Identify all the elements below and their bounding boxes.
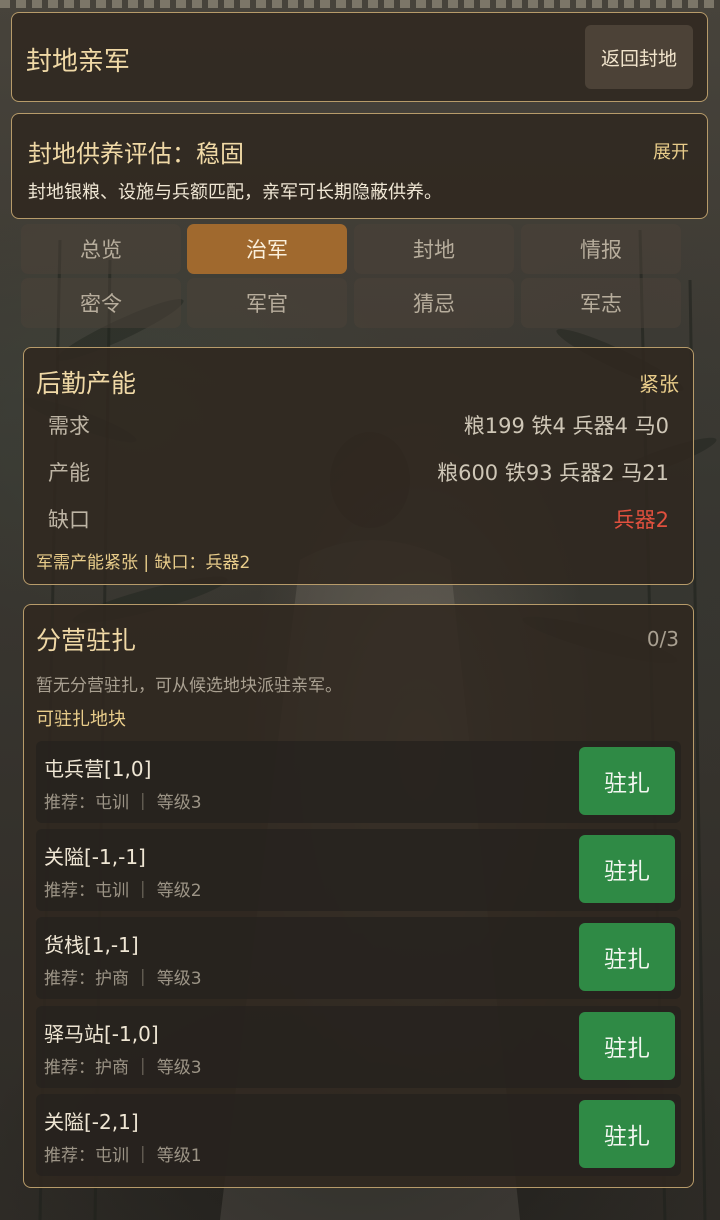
station-button[interactable]: 驻扎 bbox=[579, 1012, 675, 1080]
shortage-label: 缺口 bbox=[48, 508, 90, 532]
plot-name: 货栈[1,-1] bbox=[44, 933, 139, 957]
page-title: 封地亲军 bbox=[26, 47, 131, 77]
top-status-strip bbox=[0, 0, 720, 8]
garrison-title: 分营驻扎 bbox=[36, 626, 137, 655]
header-panel: 封地亲军 返回封地 bbox=[11, 12, 708, 102]
tab-overview[interactable]: 总览 bbox=[21, 224, 181, 274]
shortage-row: 缺口 兵器2 bbox=[48, 504, 669, 534]
demand-label: 需求 bbox=[48, 414, 90, 438]
list-item: 屯兵营[1,0] 推荐：屯训 ｜ 等级3 驻扎 bbox=[36, 741, 681, 823]
logistics-title: 后勤产能 bbox=[36, 369, 137, 398]
tab-suspicion[interactable]: 猜忌 bbox=[354, 278, 514, 328]
return-fief-button[interactable]: 返回封地 bbox=[585, 25, 693, 89]
tab-army-management[interactable]: 治军 bbox=[187, 224, 347, 274]
tab-secret-orders[interactable]: 密令 bbox=[21, 278, 181, 328]
list-item: 关隘[-2,1] 推荐：屯训 ｜ 等级1 驻扎 bbox=[36, 1094, 681, 1176]
capacity-value: 粮600 铁93 兵器2 马21 bbox=[437, 461, 669, 485]
plot-meta: 推荐：屯训 ｜ 等级1 bbox=[44, 1146, 202, 1166]
garrison-panel: 分营驻扎 0/3 暂无分营驻扎，可从候选地块派驻亲军。 可驻扎地块 屯兵营[1,… bbox=[23, 604, 694, 1188]
tab-fief[interactable]: 封地 bbox=[354, 224, 514, 274]
list-item: 驿马站[-1,0] 推荐：护商 ｜ 等级3 驻扎 bbox=[36, 1006, 681, 1088]
plot-meta: 推荐：护商 ｜ 等级3 bbox=[44, 1058, 202, 1078]
plot-name: 关隘[-1,-1] bbox=[44, 845, 146, 869]
tab-officers[interactable]: 军官 bbox=[187, 278, 347, 328]
logistics-status: 紧张 bbox=[639, 372, 679, 396]
station-button[interactable]: 驻扎 bbox=[579, 747, 675, 815]
logistics-note: 军需产能紧张 | 缺口：兵器2 bbox=[36, 553, 251, 573]
station-button[interactable]: 驻扎 bbox=[579, 1100, 675, 1168]
plot-name: 屯兵营[1,0] bbox=[44, 757, 152, 781]
capacity-row: 产能 粮600 铁93 兵器2 马21 bbox=[48, 457, 669, 487]
plot-meta: 推荐：屯训 ｜ 等级2 bbox=[44, 881, 202, 901]
demand-value: 粮199 铁4 兵器4 马0 bbox=[463, 414, 669, 438]
tab-intelligence[interactable]: 情报 bbox=[521, 224, 681, 274]
available-plots-heading: 可驻扎地块 bbox=[36, 709, 126, 730]
garrison-count: 0/3 bbox=[646, 627, 679, 651]
assessment-description: 封地银粮、设施与兵额匹配，亲军可长期隐蔽供养。 bbox=[28, 182, 442, 203]
list-item: 关隘[-1,-1] 推荐：屯训 ｜ 等级2 驻扎 bbox=[36, 829, 681, 911]
assessment-title: 封地供养评估：稳固 bbox=[28, 140, 244, 168]
garrison-empty-text: 暂无分营驻扎，可从候选地块派驻亲军。 bbox=[36, 676, 342, 696]
station-button[interactable]: 驻扎 bbox=[579, 835, 675, 903]
logistics-panel: 后勤产能 紧张 需求 粮199 铁4 兵器4 马0 产能 粮600 铁93 兵器… bbox=[23, 347, 694, 585]
shortage-value: 兵器2 bbox=[613, 508, 669, 532]
station-button[interactable]: 驻扎 bbox=[579, 923, 675, 991]
list-item: 货栈[1,-1] 推荐：护商 ｜ 等级3 驻扎 bbox=[36, 917, 681, 999]
plot-name: 关隘[-2,1] bbox=[44, 1110, 139, 1134]
plot-meta: 推荐：屯训 ｜ 等级3 bbox=[44, 793, 202, 813]
plot-meta: 推荐：护商 ｜ 等级3 bbox=[44, 969, 202, 989]
assessment-panel: 封地供养评估：稳固 展开 封地银粮、设施与兵额匹配，亲军可长期隐蔽供养。 bbox=[11, 113, 708, 219]
demand-row: 需求 粮199 铁4 兵器4 马0 bbox=[48, 410, 669, 440]
tab-chronicle[interactable]: 军志 bbox=[521, 278, 681, 328]
capacity-label: 产能 bbox=[48, 461, 90, 485]
expand-toggle[interactable]: 展开 bbox=[653, 138, 689, 164]
plot-name: 驿马站[-1,0] bbox=[44, 1022, 159, 1046]
